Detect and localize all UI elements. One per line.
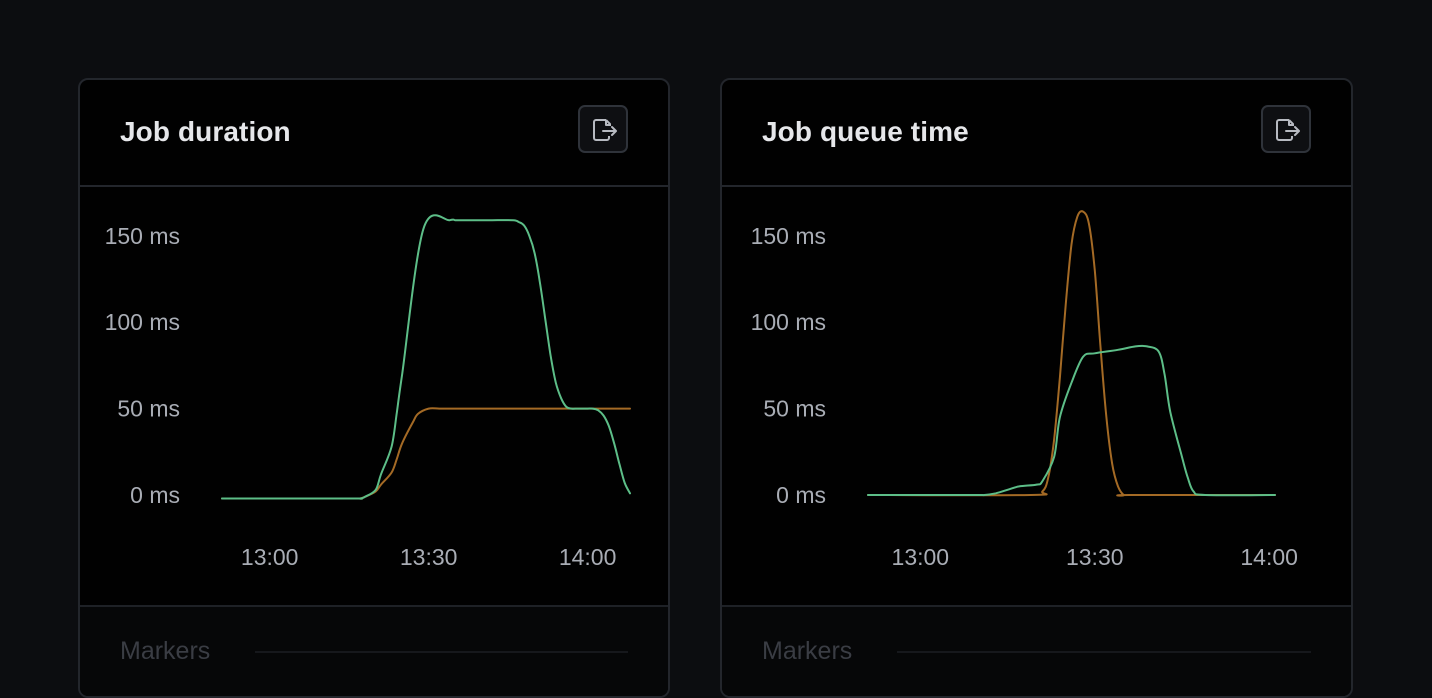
y-tick-label: 100 ms (105, 309, 180, 335)
y-tick-label: 100 ms (751, 309, 826, 335)
y-tick-label: 150 ms (105, 223, 180, 249)
x-tick-label: 14:00 (559, 544, 617, 570)
x-tick-label: 14:00 (1240, 544, 1298, 570)
job-queue-time-card: Job queue time 0 ms 50 ms 100 ms 150 ms 13:0… (720, 78, 1353, 698)
export-button[interactable] (1261, 105, 1311, 153)
markers-label: Markers (762, 637, 853, 665)
job-duration-chart: 0 ms 50 ms 100 ms 150 ms 13:00 13:30 14:00 (80, 185, 668, 605)
card-header: Job queue time (722, 80, 1351, 187)
job-queue-time-chart-svg: 0 ms 50 ms 100 ms 150 ms 13:00 13:30 14:00 (751, 210, 1298, 570)
job-queue-time-chart: 0 ms 50 ms 100 ms 150 ms 13:00 13:30 14:00 (722, 185, 1351, 605)
markers-divider (897, 651, 1311, 653)
x-tick-label: 13:30 (1066, 544, 1124, 570)
markers-divider (255, 651, 628, 653)
series-line (221, 407, 631, 500)
job-duration-card: Job duration 0 ms 50 ms 100 ms 150 ms 13:00 1… (78, 78, 670, 698)
export-button[interactable] (578, 105, 628, 153)
x-tick-label: 13:00 (892, 544, 950, 570)
card-title: Job duration (120, 116, 291, 147)
job-duration-chart-svg: 0 ms 50 ms 100 ms 150 ms 13:00 13:30 14:00 (105, 214, 631, 570)
x-tick-label: 13:30 (400, 544, 458, 570)
y-tick-label: 50 ms (117, 396, 180, 422)
markers-section: Markers (722, 605, 1351, 696)
series-line (221, 214, 631, 500)
x-tick-label: 13:00 (241, 544, 299, 570)
markers-section: Markers (80, 605, 668, 696)
markers-label: Markers (120, 637, 211, 665)
y-tick-label: 50 ms (763, 396, 826, 422)
series-line (867, 344, 1276, 497)
card-title: Job queue time (762, 116, 969, 147)
y-tick-label: 150 ms (751, 223, 826, 249)
series-line (867, 210, 1276, 497)
card-header: Job duration (80, 80, 668, 187)
y-tick-label: 0 ms (776, 482, 826, 508)
y-tick-label: 0 ms (130, 482, 180, 508)
